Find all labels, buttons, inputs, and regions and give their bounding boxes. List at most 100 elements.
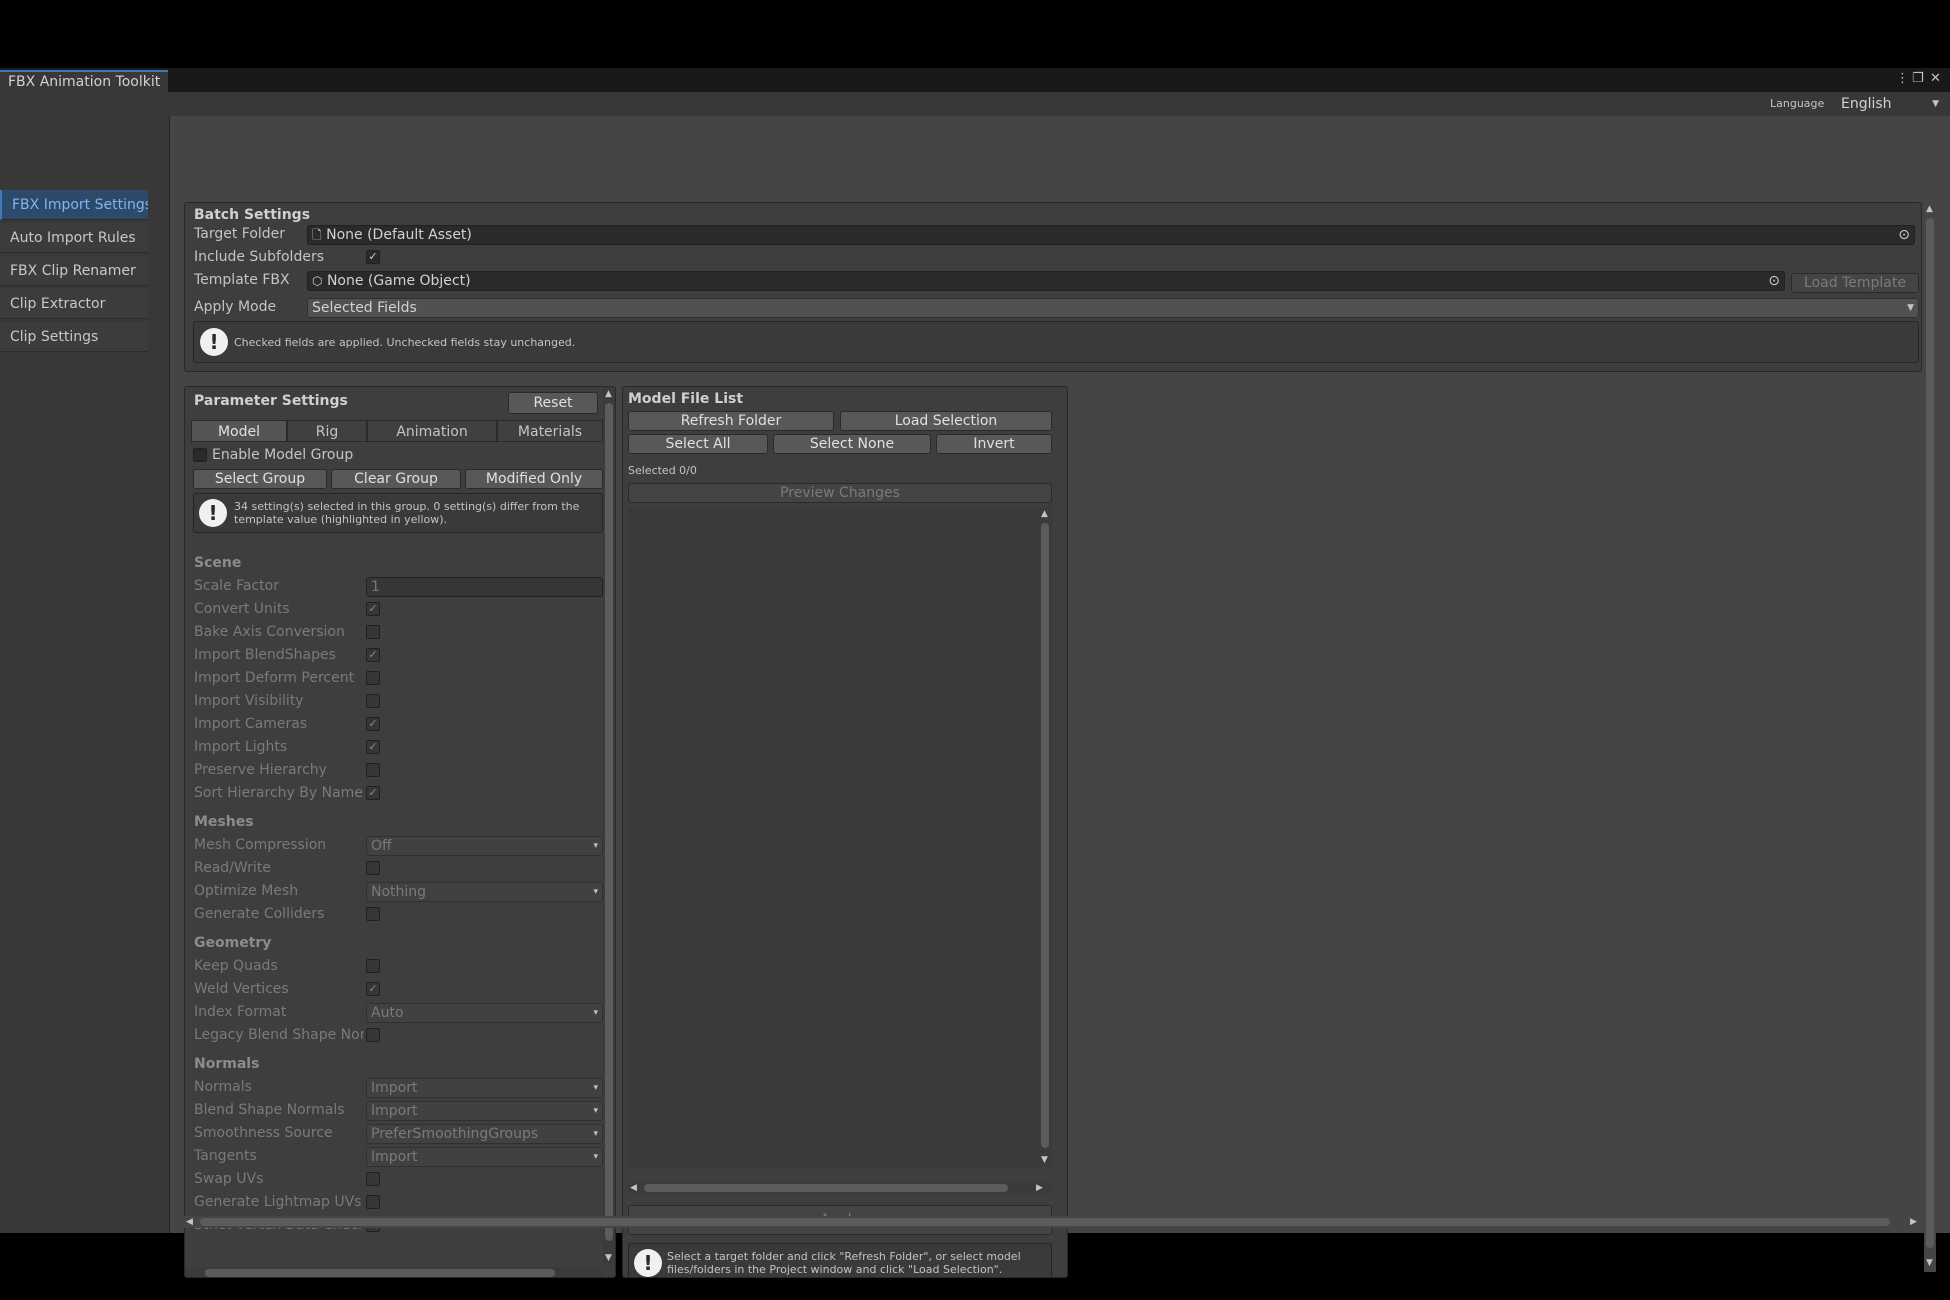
parameter-panel-vscrollbar[interactable]: ▲ ▼: [603, 387, 615, 1265]
template-fbx-label: Template FBX: [194, 272, 290, 288]
lightmap-uvs-checkbox[interactable]: [366, 1195, 380, 1209]
group-help-line1: 34 setting(s) selected in this group. 0 …: [234, 500, 580, 513]
group-help-box: ! 34 setting(s) selected in this group. …: [193, 493, 603, 533]
tab-rig[interactable]: Rig: [287, 420, 367, 442]
apply-mode-label: Apply Mode: [194, 299, 277, 315]
apply-mode-dropdown[interactable]: Selected Fields ▼: [307, 298, 1919, 318]
scale-factor-label: Scale Factor: [194, 578, 279, 594]
window-title-tab[interactable]: FBX Animation Toolkit: [0, 70, 169, 92]
refresh-folder-button[interactable]: Refresh Folder: [628, 411, 834, 431]
weld-vertices-checkbox[interactable]: ✓: [366, 982, 380, 996]
legacy-blend-label: Legacy Blend Shape Nor: [194, 1027, 364, 1043]
convert-units-checkbox[interactable]: ✓: [366, 602, 380, 616]
parameter-panel-vscroll-thumb[interactable]: [605, 403, 613, 1241]
scroll-down-icon[interactable]: ▼: [1041, 1155, 1048, 1165]
file-list-vscrollbar[interactable]: ▲ ▼: [1039, 507, 1051, 1167]
sidebar-item-clip-extractor[interactable]: Clip Extractor: [0, 289, 148, 319]
import-deform-checkbox[interactable]: [366, 671, 380, 685]
parameter-panel-hscroll-thumb[interactable]: [205, 1269, 555, 1277]
scroll-right-icon[interactable]: ▶: [1910, 1217, 1917, 1227]
smoothness-source-label: Smoothness Source: [194, 1125, 333, 1141]
template-fbx-field[interactable]: ⬡ None (Game Object) ⊙: [307, 271, 1785, 291]
invert-button[interactable]: Invert: [936, 434, 1052, 454]
bake-axis-checkbox[interactable]: [366, 625, 380, 639]
generate-colliders-checkbox[interactable]: [366, 907, 380, 921]
smoothness-source-dropdown[interactable]: PreferSmoothingGroups ▾: [366, 1124, 603, 1144]
optimize-mesh-dropdown[interactable]: Nothing ▾: [366, 882, 603, 902]
select-none-button[interactable]: Select None: [773, 434, 931, 454]
target-folder-field[interactable]: 🗋 None (Default Asset) ⊙: [307, 225, 1915, 245]
file-list-area[interactable]: [628, 507, 1052, 1167]
enable-model-group-checkbox[interactable]: [193, 448, 207, 462]
file-list-vscroll-thumb[interactable]: [1041, 523, 1049, 1148]
sidebar-item-fbx-clip-renamer[interactable]: FBX Clip Renamer: [0, 256, 148, 286]
keep-quads-checkbox[interactable]: [366, 959, 380, 973]
kebab-menu-icon[interactable]: ⋮: [1896, 71, 1909, 86]
main-hscroll-thumb[interactable]: [200, 1218, 1890, 1226]
object-picker-icon[interactable]: ⊙: [1898, 226, 1910, 244]
load-selection-button[interactable]: Load Selection: [840, 411, 1052, 431]
index-format-value: Auto: [371, 1005, 404, 1021]
object-picker-icon[interactable]: ⊙: [1768, 272, 1780, 290]
file-list-hscrollbar[interactable]: ◀ ▶: [628, 1182, 1052, 1194]
swap-uvs-label: Swap UVs: [194, 1171, 264, 1187]
mesh-compression-label: Mesh Compression: [194, 837, 327, 853]
index-format-dropdown[interactable]: Auto ▾: [366, 1003, 603, 1023]
load-template-button[interactable]: Load Template: [1791, 273, 1919, 293]
smoothness-source-value: PreferSmoothingGroups: [371, 1126, 539, 1142]
sidebar-item-clip-settings[interactable]: Clip Settings: [0, 322, 148, 352]
scale-factor-field[interactable]: 1: [366, 577, 603, 597]
import-lights-checkbox[interactable]: ✓: [366, 740, 380, 754]
main-vscrollbar[interactable]: ▲ ▼: [1924, 202, 1936, 1272]
enable-model-group-label: Enable Model Group: [212, 447, 354, 463]
index-format-label: Index Format: [194, 1004, 287, 1020]
maximize-icon[interactable]: ❐: [1912, 71, 1924, 86]
reset-button[interactable]: Reset: [508, 392, 598, 414]
legacy-blend-checkbox[interactable]: [366, 1028, 380, 1042]
file-list-hscroll-thumb[interactable]: [644, 1184, 1008, 1192]
normals-dropdown[interactable]: Import ▾: [366, 1078, 603, 1098]
batch-help-text: Checked fields are applied. Unchecked fi…: [234, 336, 576, 349]
import-visibility-checkbox[interactable]: [366, 694, 380, 708]
include-subfolders-checkbox[interactable]: ✓: [366, 250, 380, 264]
tangents-dropdown[interactable]: Import ▾: [366, 1147, 603, 1167]
tab-model[interactable]: Model: [191, 420, 287, 442]
select-group-button[interactable]: Select Group: [193, 469, 327, 489]
preserve-hierarchy-checkbox[interactable]: [366, 763, 380, 777]
clear-group-button[interactable]: Clear Group: [331, 469, 461, 489]
scroll-up-icon[interactable]: ▲: [1041, 509, 1048, 519]
select-all-button[interactable]: Select All: [628, 434, 768, 454]
blend-shape-normals-dropdown[interactable]: Import ▾: [366, 1101, 603, 1121]
tab-materials[interactable]: Materials: [497, 420, 603, 442]
scroll-down-icon[interactable]: ▼: [605, 1253, 612, 1263]
optimize-mesh-value: Nothing: [371, 884, 427, 900]
preview-changes-button[interactable]: Preview Changes: [628, 483, 1052, 503]
swap-uvs-checkbox[interactable]: [366, 1172, 380, 1186]
main-hscrollbar[interactable]: ◀ ▶: [184, 1216, 1922, 1228]
sort-hierarchy-checkbox[interactable]: ✓: [366, 786, 380, 800]
scroll-up-icon[interactable]: ▲: [1926, 204, 1933, 214]
weld-vertices-label: Weld Vertices: [194, 981, 289, 997]
scroll-left-icon[interactable]: ◀: [630, 1183, 637, 1193]
import-deform-label: Import Deform Percent: [194, 670, 355, 686]
read-write-checkbox[interactable]: [366, 861, 380, 875]
scroll-left-icon[interactable]: ◀: [186, 1217, 193, 1227]
geometry-section-title: Geometry: [194, 935, 272, 951]
parameter-panel-hscrollbar[interactable]: [185, 1267, 603, 1277]
import-cameras-label: Import Cameras: [194, 716, 308, 732]
tab-animation[interactable]: Animation: [367, 420, 497, 442]
read-write-label: Read/Write: [194, 860, 271, 876]
close-icon[interactable]: ✕: [1930, 71, 1941, 86]
scroll-up-icon[interactable]: ▲: [605, 389, 612, 399]
file-list-help-line2: files/folders in the Project window and …: [667, 1263, 1003, 1276]
sidebar-item-fbx-import-settings[interactable]: FBX Import Settings: [0, 190, 148, 220]
modified-only-button[interactable]: Modified Only: [465, 469, 603, 489]
language-dropdown[interactable]: English ▼: [1836, 94, 1944, 114]
mesh-compression-dropdown[interactable]: Off ▾: [366, 836, 603, 856]
import-cameras-checkbox[interactable]: ✓: [366, 717, 380, 731]
main-vscroll-thumb[interactable]: [1926, 218, 1934, 1248]
scroll-down-icon[interactable]: ▼: [1926, 1258, 1933, 1268]
sidebar-item-auto-import-rules[interactable]: Auto Import Rules: [0, 223, 148, 253]
import-blendshapes-checkbox[interactable]: ✓: [366, 648, 380, 662]
scroll-right-icon[interactable]: ▶: [1036, 1183, 1043, 1193]
